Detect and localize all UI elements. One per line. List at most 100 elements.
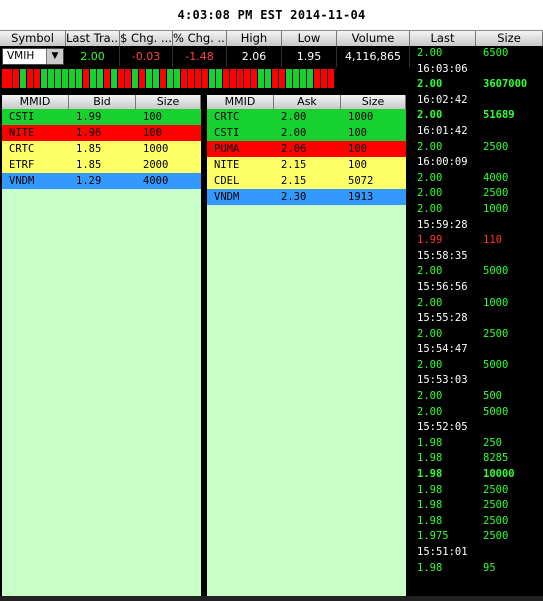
ts-trade-row: 1.98 95 bbox=[410, 561, 543, 577]
bid-price: 1.99 bbox=[76, 111, 102, 123]
ts-time-stamp: 16:02:42 bbox=[410, 93, 543, 109]
ts-trade-row: 2.00 4000 bbox=[410, 171, 543, 187]
tick-bar bbox=[62, 69, 68, 88]
ts-last: 1.98 bbox=[417, 499, 443, 512]
ts-last: 2.00 bbox=[417, 78, 443, 91]
ts-size: 5000 bbox=[483, 358, 509, 371]
tick-bar bbox=[286, 69, 292, 88]
bid-row[interactable]: CSTI 1.99 100 bbox=[2, 109, 201, 125]
ts-time-stamp: 15:56:56 bbox=[410, 280, 543, 296]
bid-col-size[interactable]: Size bbox=[136, 95, 201, 109]
ts-trade-row: 2.00 2500 bbox=[410, 140, 543, 156]
ask-mmid: PUMA bbox=[214, 143, 240, 155]
ts-size: 5000 bbox=[483, 405, 509, 418]
ask-mmid: VNDM bbox=[214, 191, 240, 203]
ts-size: 5000 bbox=[483, 265, 509, 278]
ts-size: 250 bbox=[483, 436, 502, 449]
bid-col-mmid[interactable]: MMID bbox=[2, 95, 69, 109]
ask-price: 2.30 bbox=[281, 191, 307, 203]
tick-bar bbox=[20, 69, 26, 88]
ts-last: 2.00 bbox=[417, 47, 443, 59]
col-symbol[interactable]: Symbol bbox=[0, 31, 66, 46]
ask-col-ask[interactable]: Ask bbox=[274, 95, 341, 109]
ts-last: 2.00 bbox=[417, 390, 443, 403]
ts-trade-row: 2.00 500 bbox=[410, 389, 543, 405]
bid-row[interactable]: ETRF 1.85 2000 bbox=[2, 157, 201, 173]
ts-last: 2.00 bbox=[417, 327, 443, 340]
ask-price: 2.00 bbox=[281, 111, 307, 123]
ts-size: 1000 bbox=[483, 202, 509, 215]
col-volume[interactable]: Volume bbox=[337, 31, 410, 46]
ts-col-size[interactable]: Size bbox=[476, 31, 543, 46]
ts-trade-row: 2.00 6500 bbox=[410, 46, 543, 62]
bottom-scroll-edge bbox=[0, 596, 543, 601]
ts-last: 16:01:42 bbox=[417, 124, 468, 137]
ts-size: 2500 bbox=[483, 327, 509, 340]
tick-bar bbox=[223, 69, 229, 88]
bid-row[interactable]: NITE 1.96 100 bbox=[2, 125, 201, 141]
ts-trade-row: 2.00 5000 bbox=[410, 358, 543, 374]
ask-row[interactable]: CSTI 2.00 100 bbox=[207, 125, 406, 141]
ts-trade-row: 1.98 2500 bbox=[410, 514, 543, 530]
bid-size: 100 bbox=[143, 111, 162, 123]
ask-col-size[interactable]: Size bbox=[341, 95, 406, 109]
ts-last: 1.98 bbox=[417, 483, 443, 496]
ask-price: 2.06 bbox=[281, 143, 307, 155]
ask-price: 2.00 bbox=[281, 127, 307, 139]
bid-col-bid[interactable]: Bid bbox=[69, 95, 136, 109]
ask-mmid: CSTI bbox=[214, 127, 240, 139]
ts-time-stamp: 16:03:06 bbox=[410, 62, 543, 78]
tick-bar bbox=[125, 69, 131, 88]
chevron-down-icon[interactable]: ▼ bbox=[46, 49, 63, 64]
tick-bar bbox=[13, 69, 19, 88]
ask-size: 100 bbox=[348, 127, 367, 139]
ts-last: 15:53:03 bbox=[417, 374, 468, 387]
col-dollar-change[interactable]: $ Chg. ... bbox=[120, 31, 173, 46]
tick-bar bbox=[258, 69, 264, 88]
ts-trade-row: 2.00 2500 bbox=[410, 327, 543, 343]
tick-bar bbox=[167, 69, 173, 88]
col-last-trade[interactable]: Last Tra... bbox=[66, 31, 120, 46]
tick-bar bbox=[153, 69, 159, 88]
ts-size: 4000 bbox=[483, 171, 509, 184]
tick-bar bbox=[195, 69, 201, 88]
col-low[interactable]: Low bbox=[282, 31, 337, 46]
tick-bar bbox=[76, 69, 82, 88]
ask-size: 5072 bbox=[348, 175, 374, 187]
tick-bar bbox=[41, 69, 47, 88]
ts-trade-row: 2.00 51689 bbox=[410, 108, 543, 124]
ts-trade-row: 2.00 3607000 bbox=[410, 77, 543, 93]
tick-bar bbox=[279, 69, 285, 88]
bid-row[interactable]: VNDM 1.29 4000 bbox=[2, 173, 201, 189]
clock-text: 4:03:08 PM EST 2014-11-04 bbox=[177, 8, 366, 22]
ts-last: 1.99 bbox=[417, 234, 443, 247]
col-high[interactable]: High bbox=[227, 31, 282, 46]
ask-col-mmid[interactable]: MMID bbox=[207, 95, 274, 109]
ask-row[interactable]: VNDM 2.30 1913 bbox=[207, 189, 406, 205]
ts-size: 2500 bbox=[483, 530, 509, 543]
bid-mmid: NITE bbox=[9, 127, 35, 139]
col-percent-change[interactable]: % Chg. ... bbox=[173, 31, 227, 46]
time-sales-header: Last Size bbox=[410, 31, 543, 46]
ask-row[interactable]: CRTC 2.00 1000 bbox=[207, 109, 406, 125]
ask-row[interactable]: NITE 2.15 100 bbox=[207, 157, 406, 173]
tick-bar bbox=[251, 69, 257, 88]
symbol-value: VMIH bbox=[7, 50, 35, 62]
ask-mmid: NITE bbox=[214, 159, 240, 171]
ts-trade-row: 2.00 5000 bbox=[410, 405, 543, 421]
ask-price: 2.15 bbox=[281, 159, 307, 171]
ts-last: 15:51:01 bbox=[417, 546, 468, 558]
ts-last: 1.98 bbox=[417, 452, 443, 465]
percent-change-value: -1.48 bbox=[173, 46, 227, 67]
ask-row[interactable]: CDEL 2.15 5072 bbox=[207, 173, 406, 189]
ts-trade-row: 1.98 10000 bbox=[410, 467, 543, 483]
symbol-select[interactable]: VMIH ▼ bbox=[2, 48, 64, 65]
tick-bar bbox=[209, 69, 215, 88]
tick-bar bbox=[2, 69, 12, 88]
ts-last: 15:59:28 bbox=[417, 218, 468, 231]
ask-row[interactable]: PUMA 2.06 100 bbox=[207, 141, 406, 157]
ts-size: 2500 bbox=[483, 140, 509, 153]
bid-row[interactable]: CRTC 1.85 1000 bbox=[2, 141, 201, 157]
ts-col-last[interactable]: Last bbox=[410, 31, 476, 46]
clock-bar: 4:03:08 PM EST 2014-11-04 bbox=[0, 0, 543, 31]
